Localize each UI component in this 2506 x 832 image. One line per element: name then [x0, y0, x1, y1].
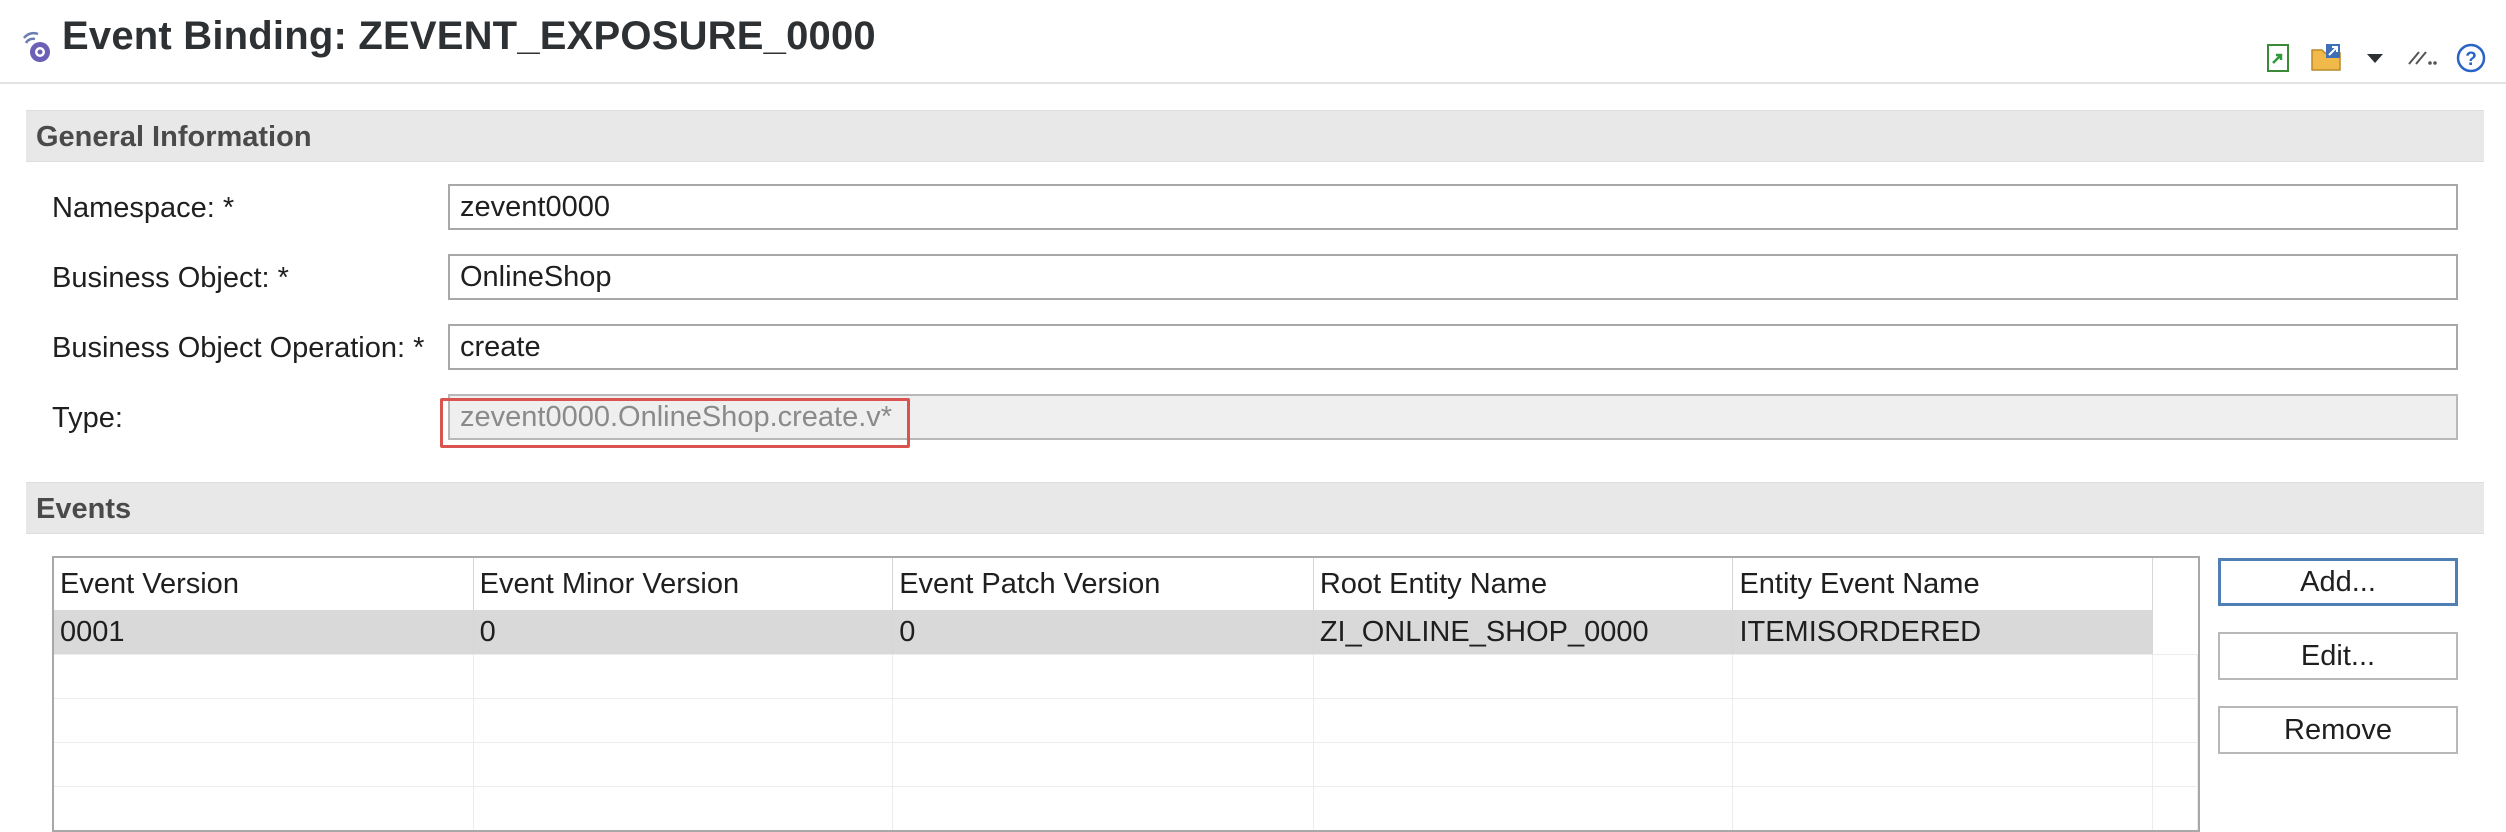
empty-cell: [1733, 655, 2154, 699]
business-object-operation-field[interactable]: create: [448, 324, 2458, 370]
help-icon[interactable]: ?: [2454, 41, 2488, 75]
type-highlight-box: [440, 398, 910, 448]
empty-cell: [2153, 743, 2198, 787]
empty-cell: [893, 699, 1314, 743]
general-information-section-header[interactable]: General Information: [26, 110, 2484, 162]
general-information-title: General Information: [36, 121, 312, 153]
edit-button[interactable]: Edit...: [2218, 632, 2458, 680]
namespace-label: Namespace: *: [52, 192, 235, 224]
empty-cell: [1314, 743, 1734, 787]
empty-cell: [54, 787, 474, 830]
cell-entity-event-name: ITEMISORDERED: [1733, 610, 2154, 654]
empty-cell: [2153, 655, 2198, 699]
namespace-field[interactable]: zevent0000: [448, 184, 2458, 230]
empty-row: [54, 654, 2198, 699]
cell-event-version: 0001: [54, 610, 474, 654]
column-header-root-entity-name[interactable]: Root Entity Name: [1314, 558, 1734, 610]
cell-filler: [2153, 610, 2198, 654]
events-section-header[interactable]: Events: [26, 482, 2484, 534]
empty-cell: [893, 655, 1314, 699]
empty-cell: [54, 699, 474, 743]
column-header-entity-event-name[interactable]: Entity Event Name: [1733, 558, 2154, 610]
column-header-event-patch-version[interactable]: Event Patch Version: [893, 558, 1314, 610]
empty-row: [54, 742, 2198, 787]
empty-cell: [1733, 699, 2154, 743]
empty-cell: [54, 655, 474, 699]
event-binding-icon: [18, 28, 58, 68]
events-table: Event Version Event Minor Version Event …: [52, 556, 2200, 832]
type-label: Type:: [52, 402, 123, 434]
column-header-event-version[interactable]: Event Version: [54, 558, 474, 610]
empty-cell: [474, 699, 894, 743]
events-title: Events: [36, 493, 132, 525]
empty-cell: [2153, 787, 2198, 830]
add-button[interactable]: Add...: [2218, 558, 2458, 606]
page-title: Event Binding: ZEVENT_EXPOSURE_0000: [62, 14, 876, 58]
business-object-field[interactable]: OnlineShop: [448, 254, 2458, 300]
folder-link-icon[interactable]: [2310, 41, 2344, 75]
empty-cell: [1733, 743, 2154, 787]
empty-row: [54, 698, 2198, 743]
dropdown-arrow-icon[interactable]: [2358, 41, 2392, 75]
cell-event-patch-version: 0: [893, 610, 1314, 654]
empty-cell: [1314, 655, 1734, 699]
empty-cell: [54, 743, 474, 787]
table-header: Event Version Event Minor Version Event …: [54, 558, 2198, 610]
business-object-operation-label: Business Object Operation: *: [52, 332, 425, 364]
editor-header: Event Binding: ZEVENT_EXPOSURE_0000 ?: [0, 0, 2506, 84]
empty-cell: [474, 655, 894, 699]
export-icon[interactable]: [2262, 41, 2296, 75]
cell-event-minor-version: 0: [474, 610, 894, 654]
empty-cell: [893, 743, 1314, 787]
empty-cell: [1314, 699, 1734, 743]
remove-button[interactable]: Remove: [2218, 706, 2458, 754]
cell-root-entity-name: ZI_ONLINE_SHOP_0000: [1314, 610, 1734, 654]
column-header-filler: [2153, 558, 2198, 610]
editor-toolbar: ?: [2262, 38, 2488, 78]
empty-cell: [1733, 787, 2154, 830]
empty-row: [54, 786, 2198, 830]
link-icon[interactable]: [2406, 41, 2440, 75]
empty-cell: [474, 787, 894, 830]
business-object-label: Business Object: *: [52, 262, 289, 294]
empty-cell: [893, 787, 1314, 830]
table-row[interactable]: 0001 0 0 ZI_ONLINE_SHOP_0000 ITEMISORDER…: [54, 610, 2198, 654]
empty-cell: [2153, 699, 2198, 743]
column-header-event-minor-version[interactable]: Event Minor Version: [474, 558, 894, 610]
empty-cell: [1314, 787, 1734, 830]
svg-text:?: ?: [2465, 49, 2477, 70]
empty-cell: [474, 743, 894, 787]
